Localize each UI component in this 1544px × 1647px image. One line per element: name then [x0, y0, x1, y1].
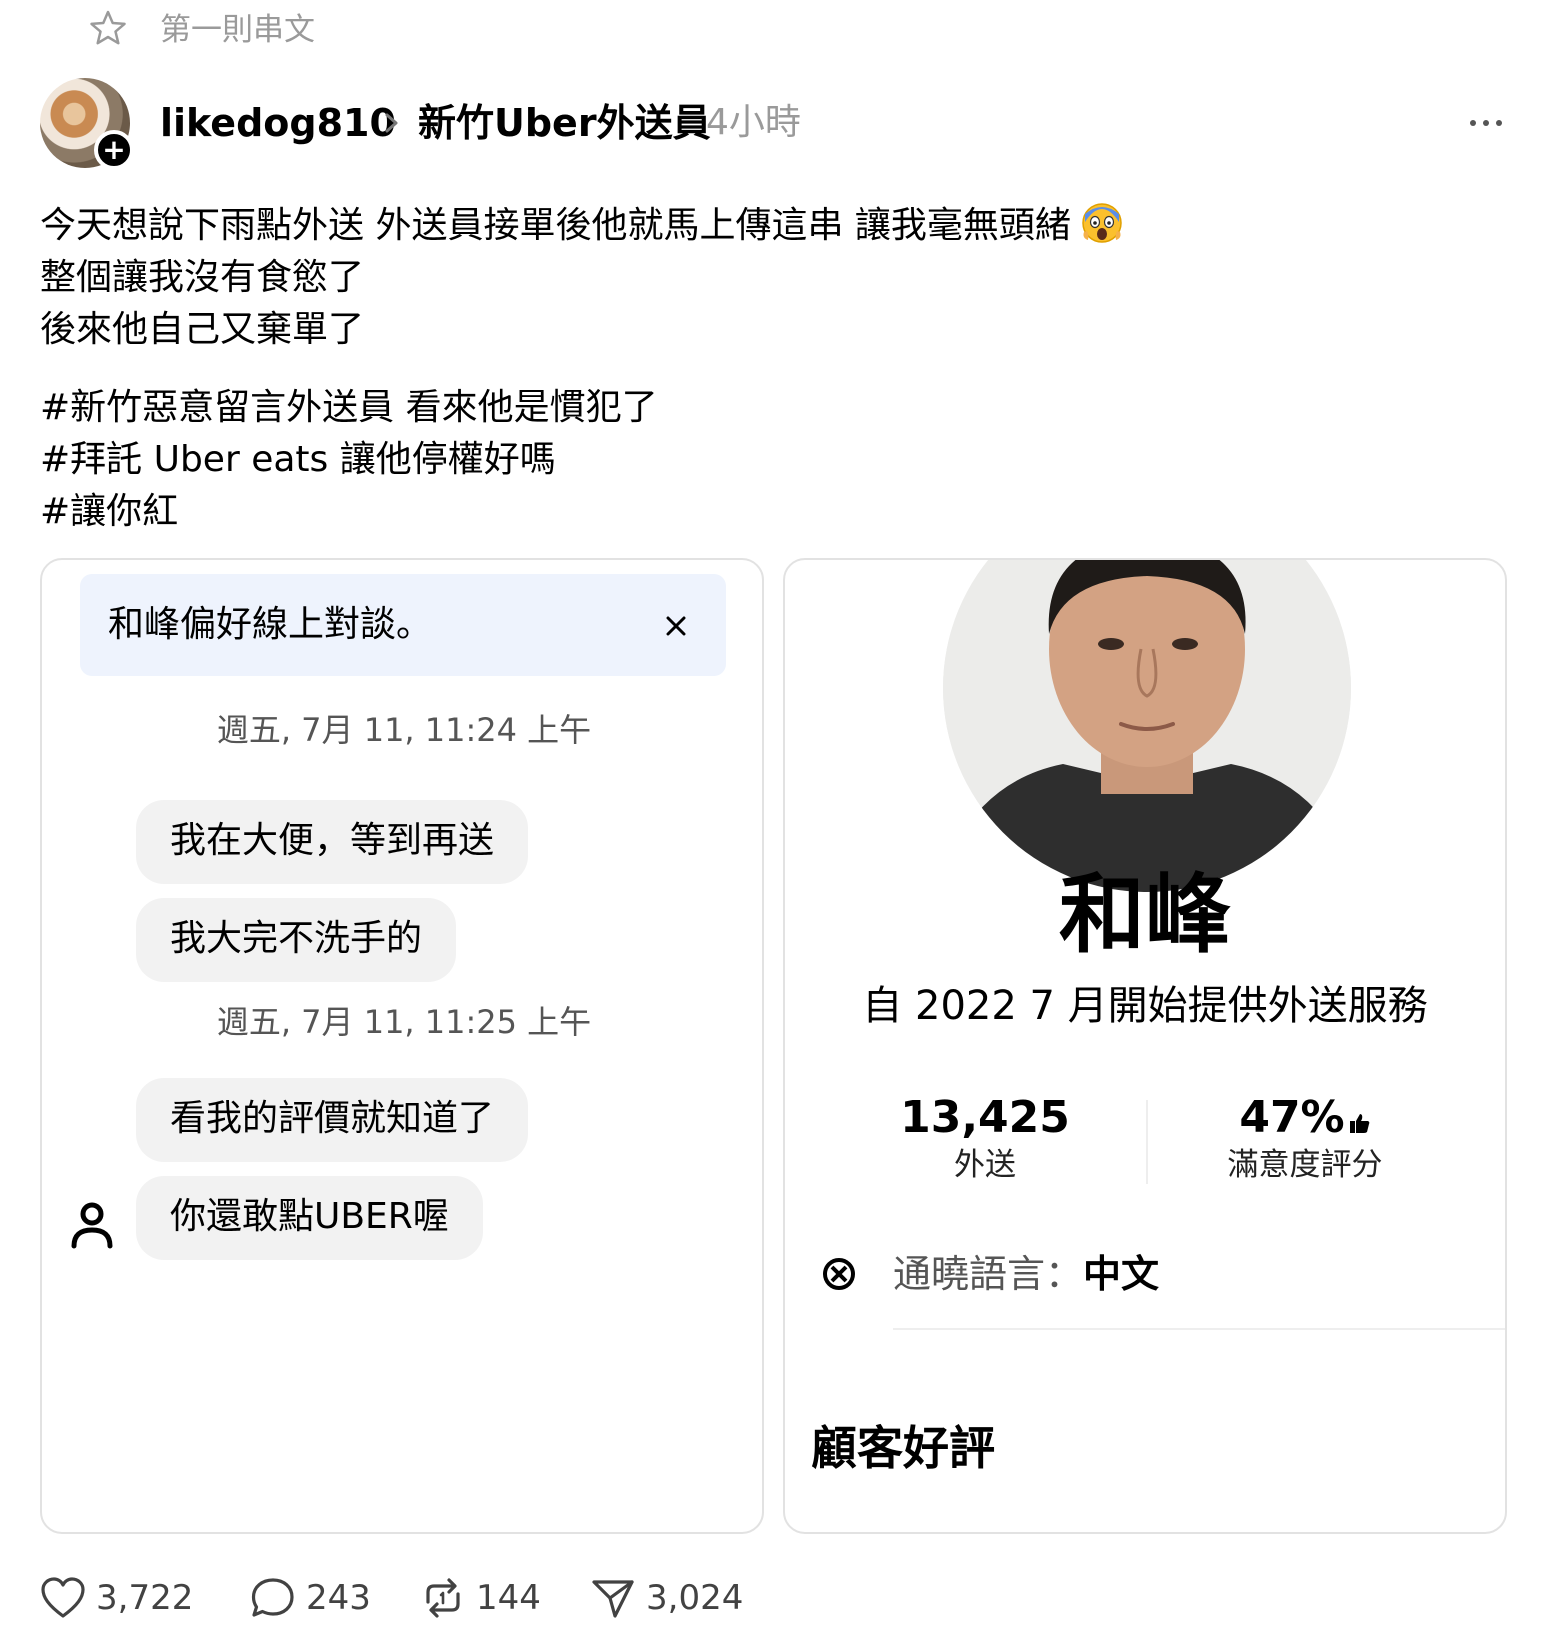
chevron-right-icon: [385, 113, 398, 133]
comment-button[interactable]: 243: [250, 1574, 380, 1622]
chat-timestamp: 週五, 7月 11, 11:25 上午: [216, 1003, 592, 1041]
post-line-text: 今天想說下雨點外送 外送員接單後他就馬上傳這串 讓我毫無頭緒: [40, 205, 1071, 246]
community-name[interactable]: 新竹Uber外送員: [418, 98, 711, 148]
person-icon: [71, 1202, 113, 1249]
satisfaction-rating: 47%: [1185, 1090, 1425, 1146]
first-thread-label: 第一則串文: [160, 12, 315, 48]
chat-timestamp: 週五, 7月 11, 11:24 上午: [216, 711, 592, 749]
preference-banner: 和峰偏好線上對談。: [80, 574, 726, 676]
section-divider: [893, 1328, 1505, 1330]
post-line: 今天想說下雨點外送 外送員接單後他就馬上傳這串 讓我毫無頭緒: [40, 200, 1490, 252]
chat-bubble: 你還敢點UBER喔: [136, 1176, 483, 1260]
chat-bubble: 我大完不洗手的: [136, 898, 457, 982]
post-body: 今天想說下雨點外送 外送員接單後他就馬上傳這串 讓我毫無頭緒 整個讓我沒有食慾了…: [40, 200, 1490, 538]
hashtag-line[interactable]: #拜託 Uber eats 讓他停權好嗎: [40, 434, 1490, 486]
repost-button[interactable]: 144: [420, 1574, 550, 1622]
driver-profile-screenshot-image[interactable]: 和峰 自 2022 7 月開始提供外送服務 13,425 外送 47% 滿意度評…: [783, 558, 1507, 1534]
satisfaction-label: 滿意度評分: [1227, 1147, 1383, 1183]
hashtag-line[interactable]: #讓你紅: [40, 486, 1490, 538]
comment-icon: [251, 1578, 294, 1617]
like-button[interactable]: 3,722: [40, 1574, 200, 1622]
repost-icon: [426, 1578, 460, 1618]
post-timestamp: 4小時: [706, 102, 801, 143]
languages-label: 通曉語言：: [893, 1252, 1084, 1296]
driver-name: 和峰: [1059, 865, 1231, 965]
driver-portrait-icon: [943, 560, 1351, 892]
reviews-title: 顧客好評: [811, 1421, 995, 1475]
languages-spoken: 通曉語言：中文: [893, 1248, 1159, 1300]
stat-divider: [1146, 1100, 1148, 1184]
driver-since: 自 2022 7 月開始提供外送服務: [862, 983, 1428, 1029]
languages-value: 中文: [1083, 1252, 1160, 1296]
heart-icon: [41, 1577, 85, 1618]
language-icon: [823, 1258, 855, 1290]
star-icon[interactable]: [88, 8, 128, 48]
chat-screenshot-image[interactable]: 和峰偏好線上對談。 週五, 7月 11, 11:24 上午 我在大便，等到再送 …: [40, 558, 764, 1534]
more-options-icon[interactable]: [1468, 110, 1504, 136]
send-icon: [592, 1580, 634, 1618]
username[interactable]: likedog810: [160, 98, 396, 148]
close-icon: [666, 616, 686, 636]
deliveries-label: 外送: [954, 1147, 1016, 1183]
post-line: 後來他自己又棄單了: [40, 309, 365, 350]
like-count: 3,722: [96, 1578, 194, 1618]
hashtag-line[interactable]: #新竹惡意留言外送員 看來他是慣犯了: [40, 382, 1490, 434]
deliveries-count: 13,425: [900, 1092, 1070, 1143]
share-count: 3,024: [646, 1578, 744, 1618]
driver-photo: [943, 560, 1351, 892]
chat-bubble: 我在大便，等到再送: [136, 800, 529, 884]
comment-count: 243: [306, 1578, 371, 1618]
satisfaction-rating-value: 47%: [1239, 1092, 1345, 1143]
preference-banner-text: 和峰偏好線上對談。: [108, 604, 433, 645]
chat-bubble: 看我的評價就知道了: [136, 1078, 529, 1162]
share-button[interactable]: 3,024: [590, 1574, 750, 1622]
repost-count: 144: [476, 1578, 541, 1618]
screaming-face-icon: [1082, 203, 1122, 243]
thumbs-up-icon: [1349, 1114, 1369, 1133]
follow-plus-icon[interactable]: +: [94, 130, 134, 170]
post-line: 整個讓我沒有食慾了: [40, 257, 365, 298]
